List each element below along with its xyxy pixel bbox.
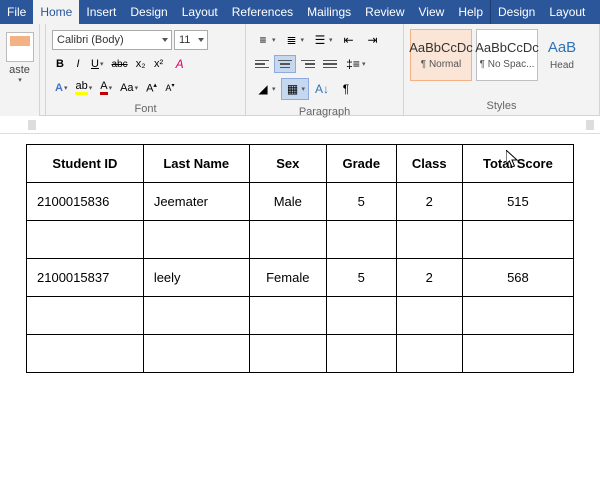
font-name-select[interactable]: Calibri (Body) (52, 30, 172, 50)
style-normal[interactable]: AaBbCcDc ¶ Normal (410, 29, 472, 81)
shrink-font-button[interactable]: A▾ (162, 79, 178, 97)
ribbon-tabs: File Home Insert Design Layout Reference… (0, 0, 600, 24)
italic-button[interactable]: I (70, 55, 86, 73)
tab-layout[interactable]: Layout (175, 0, 225, 24)
col-sex[interactable]: Sex (249, 145, 326, 183)
col-grade[interactable]: Grade (326, 145, 396, 183)
table-row (27, 297, 574, 335)
table-row: 2100015836JeematerMale52515 (27, 183, 574, 221)
student-table[interactable]: Student ID Last Name Sex Grade Class Tot… (26, 144, 574, 373)
line-spacing-button[interactable]: ‡≡▾ (342, 54, 369, 74)
tab-references[interactable]: References (225, 0, 300, 24)
document-page: Student ID Last Name Sex Grade Class Tot… (0, 134, 600, 383)
font-size-select[interactable]: 11 (174, 30, 208, 50)
multilevel-button[interactable]: ☰▾ (309, 30, 336, 50)
increase-indent-button[interactable]: ⇥ (362, 30, 384, 50)
col-last-name[interactable]: Last Name (143, 145, 249, 183)
tab-table-design[interactable]: Design (490, 0, 542, 24)
bullets-button[interactable]: ≡▾ (252, 30, 279, 50)
numbering-icon: ≣ (284, 32, 300, 48)
multilevel-icon: ☰ (312, 32, 328, 48)
subscript-button[interactable]: x₂ (133, 55, 149, 73)
shading-button[interactable]: ◢▾ (252, 79, 279, 99)
tab-file[interactable]: File (0, 0, 33, 24)
bullets-icon: ≡ (255, 32, 271, 48)
align-left-icon (255, 60, 269, 69)
superscript-button[interactable]: x² (151, 55, 167, 73)
grow-font-button[interactable]: A▴ (143, 79, 160, 97)
tab-review[interactable]: Review (358, 0, 411, 24)
align-right-button[interactable] (298, 55, 318, 73)
col-student-id[interactable]: Student ID (27, 145, 144, 183)
style-heading1[interactable]: AaB Head (542, 29, 582, 81)
clear-format-button[interactable]: A (169, 54, 191, 74)
highlight-button[interactable]: ab▾ (72, 78, 95, 97)
font-color-button[interactable]: A▾ (97, 78, 115, 97)
col-class[interactable]: Class (396, 145, 462, 183)
char-shading-button[interactable]: Aa▾ (117, 79, 141, 97)
clipboard-icon (6, 32, 34, 62)
bold-button[interactable]: B (52, 55, 68, 73)
style-no-spacing[interactable]: AaBbCcDc ¶ No Spac... (476, 29, 538, 81)
paste-panel: aste▾ (0, 24, 40, 116)
underline-button[interactable]: U▾ (88, 55, 106, 73)
strike-button[interactable]: abc (108, 55, 130, 73)
tab-table-layout[interactable]: Layout (542, 0, 592, 24)
tell-me-icon[interactable] (592, 0, 600, 24)
col-total-score[interactable]: Total Score (462, 145, 573, 183)
text-effects-button[interactable]: A▾ (52, 79, 70, 97)
show-marks-button[interactable]: ¶ (335, 79, 357, 99)
sort-icon: A↓ (314, 81, 330, 97)
sort-button[interactable]: A↓ (311, 79, 333, 99)
table-row (27, 221, 574, 259)
tab-insert[interactable]: Insert (79, 0, 123, 24)
group-font-label: Font (50, 101, 241, 118)
tab-home[interactable]: Home (33, 0, 79, 24)
align-justify-button[interactable] (320, 55, 340, 73)
tab-help[interactable]: Help (451, 0, 490, 24)
outdent-icon: ⇤ (341, 32, 357, 48)
numbering-button[interactable]: ≣▾ (281, 30, 308, 50)
indent-icon: ⇥ (365, 32, 381, 48)
borders-button[interactable]: ▦▾ (281, 78, 310, 100)
table-row (27, 335, 574, 373)
pilcrow-icon: ¶ (338, 81, 354, 97)
align-left-button[interactable] (252, 55, 272, 73)
bucket-icon: ◢ (255, 81, 271, 97)
align-right-icon (301, 60, 315, 69)
table-row: 2100015837leelyFemale52568 (27, 259, 574, 297)
tab-mailings[interactable]: Mailings (300, 0, 358, 24)
tab-view[interactable]: View (412, 0, 452, 24)
table-header-row: Student ID Last Name Sex Grade Class Tot… (27, 145, 574, 183)
align-center-icon (278, 60, 292, 69)
line-spacing-icon: ‡≡ (345, 56, 361, 72)
paste-button[interactable]: aste▾ (3, 28, 37, 84)
eraser-icon: A (172, 56, 188, 72)
tab-design[interactable]: Design (123, 0, 174, 24)
align-center-button[interactable] (274, 55, 296, 73)
decrease-indent-button[interactable]: ⇤ (338, 30, 360, 50)
group-styles-label: Styles (408, 98, 595, 115)
ruler[interactable] (0, 118, 600, 134)
borders-icon: ▦ (285, 81, 301, 97)
align-justify-icon (323, 60, 337, 69)
ribbon: ✂ ⧉ 🖌 board Calibri (Body) 11 B I U▾ abc… (0, 24, 600, 116)
